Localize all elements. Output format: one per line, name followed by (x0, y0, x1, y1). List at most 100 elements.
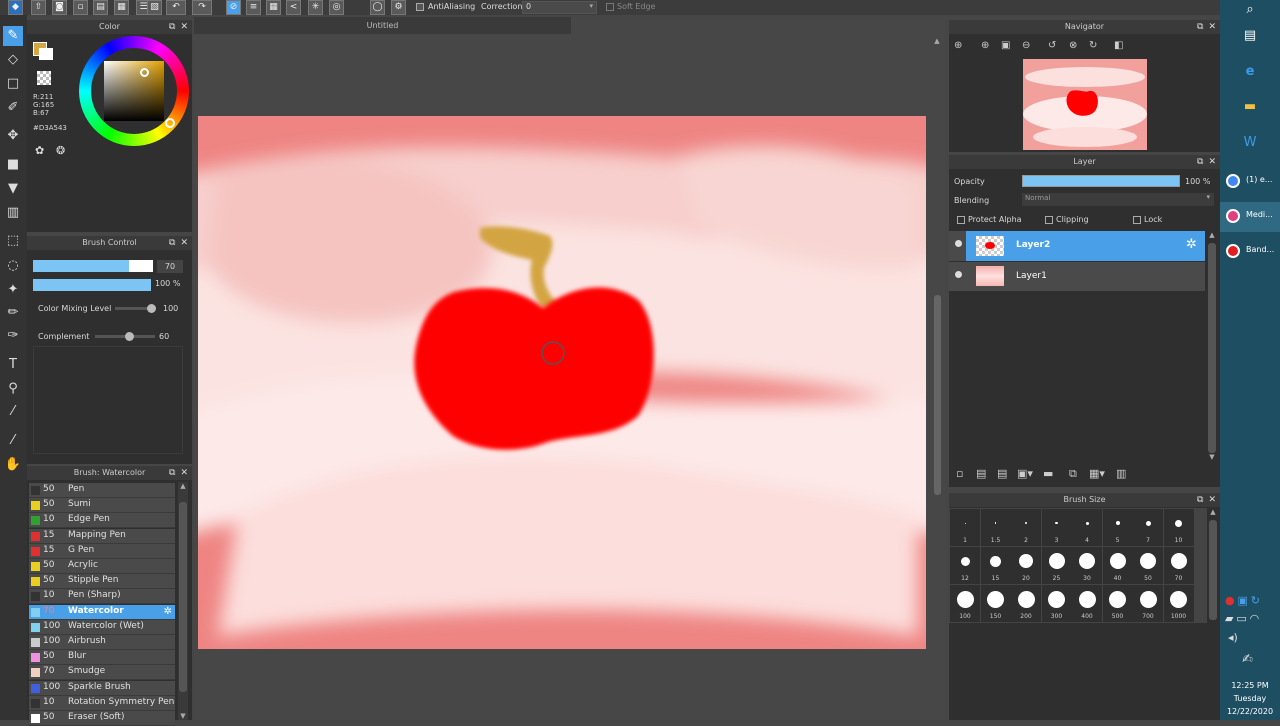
rectangle-tool-icon[interactable]: □ (3, 74, 23, 94)
lasso-icon[interactable]: ◌ (3, 256, 23, 276)
app-menu-icon[interactable]: ◆ (8, 0, 23, 15)
scrollbar-thumb[interactable] (179, 502, 187, 692)
brush-item[interactable]: 50 Eraser (Soft) (29, 711, 175, 726)
tray-sync-icon[interactable]: ↻ (1251, 594, 1260, 607)
select-pen-icon[interactable]: ✏ (3, 303, 23, 323)
zoom-in-icon[interactable]: ⊕ (954, 40, 962, 51)
hue-picker-handle[interactable] (165, 118, 175, 128)
pen-tool-icon[interactable]: ✐ (3, 98, 23, 118)
brush-item[interactable]: 15 Mapping Pen (29, 528, 175, 544)
folder-icon[interactable]: ▬ (1043, 467, 1053, 480)
grid-snap-icon[interactable]: ▦ (266, 0, 281, 15)
brush-size-cell[interactable]: 4 (1072, 509, 1102, 546)
protect-alpha-checkbox[interactable]: Protect Alpha (957, 215, 1022, 224)
antialiasing-checkbox[interactable] (416, 3, 424, 11)
layer-list-scrollbar[interactable]: ▲ ▼ (1206, 231, 1218, 461)
brush-size-cell[interactable]: 500 (1102, 585, 1133, 622)
new-layer-3-icon[interactable]: ▤ (997, 467, 1007, 480)
taskbar-app-item[interactable]: (1) e... (1220, 167, 1280, 197)
brush-size-cell[interactable]: 150 (980, 585, 1011, 622)
brush-size-cell[interactable]: 20 (1011, 547, 1041, 584)
gear-icon[interactable]: ✲ (164, 606, 172, 617)
select-eraser-icon[interactable]: ✑ (3, 326, 23, 346)
clock-time[interactable]: 12:25 PM (1220, 681, 1280, 690)
brush-size-cell[interactable]: 12 (950, 547, 980, 584)
clipping-checkbox[interactable]: Clipping (1045, 215, 1089, 224)
popout-icon[interactable]: ⧉ (169, 238, 175, 248)
redo-icon[interactable]: ↷ (192, 0, 212, 15)
brush-size-cell[interactable]: 5 (1102, 509, 1133, 546)
export-icon[interactable]: ▧ (147, 0, 162, 15)
taskbar-app-item[interactable]: Band... (1220, 237, 1280, 267)
mixing-slider-handle[interactable] (147, 304, 156, 313)
tray-display-icon[interactable]: ▭ (1236, 612, 1246, 625)
brush-item[interactable]: 100 Sparkle Brush (29, 680, 175, 696)
eyedropper-icon[interactable]: ⁄ (3, 431, 23, 451)
file-explorer-icon[interactable]: ▬ (1240, 97, 1260, 117)
brush-size-cell[interactable]: 30 (1072, 547, 1102, 584)
brush-size-cell[interactable]: 400 (1072, 585, 1102, 622)
scroll-up-icon[interactable]: ▲ (1206, 231, 1218, 239)
close-icon[interactable]: ✕ (1208, 157, 1216, 167)
hand-tool-icon[interactable]: ✋ (3, 455, 23, 475)
scrollbar-thumb[interactable] (934, 295, 941, 495)
scroll-up-icon[interactable]: ▲ (1207, 508, 1219, 516)
brush-size-cell[interactable]: 1 (950, 509, 980, 546)
merge-icon[interactable]: ▦▾ (1089, 467, 1105, 480)
tray-record-icon[interactable]: ● (1225, 594, 1235, 607)
brush-size-cell[interactable]: 50 (1133, 547, 1163, 584)
search-icon[interactable]: ⌕ (1240, 0, 1260, 20)
popout-icon[interactable]: ⧉ (1197, 157, 1203, 167)
snap-off-icon[interactable]: ⊘ (226, 0, 241, 15)
correction-dropdown[interactable]: 0 ▾ (522, 1, 597, 14)
soft-edge-checkbox[interactable] (606, 3, 614, 11)
document-icon[interactable]: ▤ (93, 0, 108, 15)
tray-wifi-icon[interactable]: ◠ (1250, 612, 1260, 625)
bucket-tool-icon[interactable]: ▼ (3, 179, 23, 199)
wps-icon[interactable]: W (1240, 133, 1260, 153)
canvas-tab[interactable]: Untitled (194, 17, 571, 34)
blending-dropdown[interactable]: Normal ▾ (1022, 193, 1214, 206)
brush-size-scrollbar[interactable]: ▲ (1207, 508, 1219, 623)
eraser-tool-icon[interactable]: ◇ (3, 50, 23, 70)
duplicate-icon[interactable]: ⧉ (1069, 467, 1077, 481)
radial-snap-icon[interactable]: ✳ (308, 0, 323, 15)
brush-list-scrollbar[interactable]: ▲ ▼ (178, 482, 188, 720)
brush-opacity-slider[interactable] (33, 279, 151, 291)
brush-item[interactable]: 50 Acrylic (29, 559, 175, 574)
gradient-tool-icon[interactable]: ▥ (3, 203, 23, 223)
gear-icon[interactable]: ✲ (1186, 237, 1197, 252)
text-tool-icon[interactable]: T (3, 355, 23, 375)
settings-snap-icon[interactable]: ⚙ (391, 0, 406, 15)
close-icon[interactable]: ✕ (1208, 495, 1216, 505)
layer-opacity-slider[interactable] (1022, 175, 1180, 187)
rotate-left-icon[interactable]: ↺ (1048, 40, 1056, 51)
volume-icon[interactable]: ◂) (1228, 631, 1238, 644)
operation-tool-icon[interactable]: ⚲ (3, 379, 23, 399)
scrollbar-thumb[interactable] (1209, 520, 1217, 620)
close-icon[interactable]: ✕ (180, 22, 188, 32)
parallel-snap-icon[interactable]: ≡ (246, 0, 261, 15)
saturation-value-square[interactable] (104, 61, 164, 121)
complement-slider[interactable] (95, 332, 155, 341)
scroll-down-icon[interactable]: ▼ (1206, 453, 1218, 461)
mixing-slider[interactable] (115, 304, 156, 313)
perspective-snap-icon[interactable]: < (286, 0, 301, 15)
complement-slider-handle[interactable] (125, 332, 134, 341)
brush-size-cell[interactable]: 1000 (1163, 585, 1194, 622)
canvas-vertical-scrollbar[interactable]: ▲ (932, 37, 942, 717)
fit-icon[interactable]: ▣ (1001, 40, 1010, 51)
lock-checkbox[interactable]: Lock (1133, 215, 1162, 224)
dropper-tool-icon[interactable]: ⁄ (3, 402, 23, 422)
pen-workspace-icon[interactable]: ✍ (1242, 652, 1253, 667)
brush-item[interactable]: 70 Watercolor ✲ (29, 604, 175, 620)
palette-icon[interactable]: ✿ (35, 144, 50, 159)
brush-size-cell[interactable]: 100 (950, 585, 980, 622)
brush-item[interactable]: 50 Blur (29, 650, 175, 666)
brush-size-cell[interactable]: 70 (1163, 547, 1194, 584)
navigator-preview[interactable] (1023, 59, 1147, 150)
save-icon[interactable]: ▦ (114, 0, 129, 15)
rotate-right-icon[interactable]: ↻ (1089, 40, 1097, 51)
color-set-icon[interactable]: ❂ (56, 144, 71, 159)
visibility-icon[interactable] (955, 240, 962, 247)
